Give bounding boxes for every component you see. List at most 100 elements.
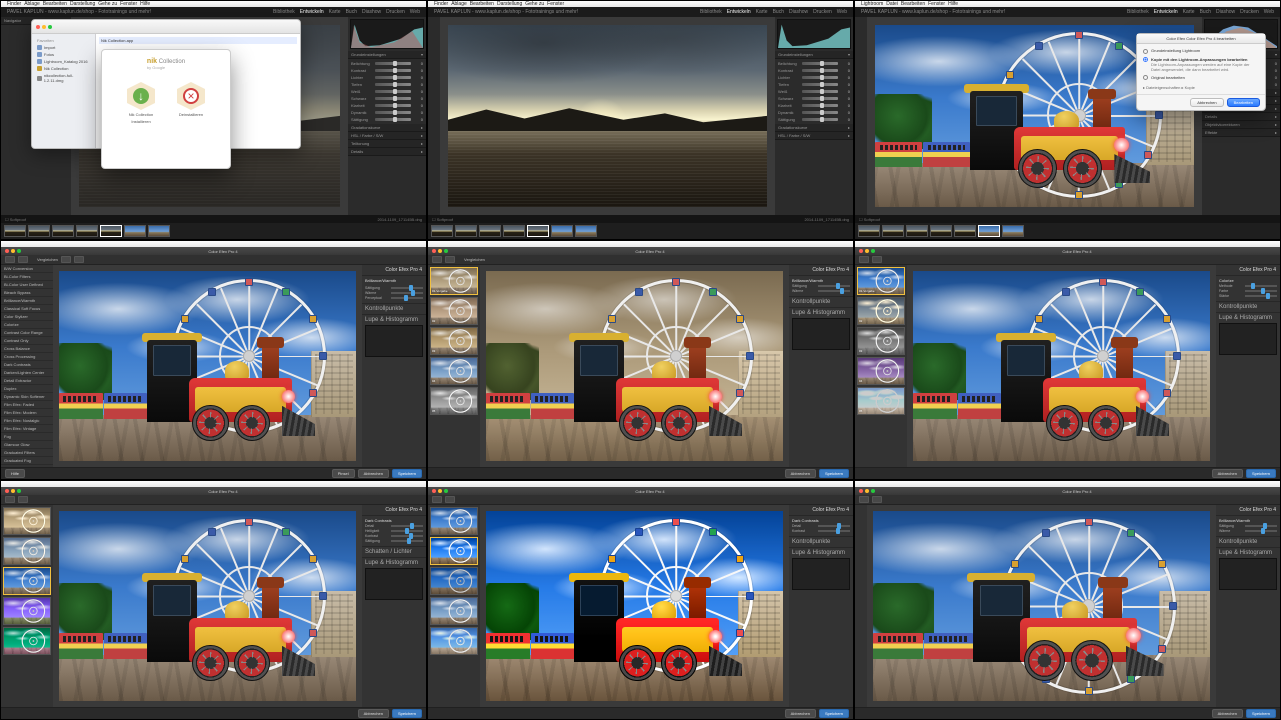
preset-thumb[interactable]	[430, 537, 478, 565]
basic-panel-header[interactable]: Grundeinstellungen▾	[348, 51, 426, 59]
thumb[interactable]	[858, 225, 880, 237]
nik-installer[interactable]: nik Collectionby Google ↓ Nik Collection…	[101, 49, 231, 169]
tab-slideshow[interactable]: Diashow	[789, 9, 808, 15]
preset-thumb[interactable]: 05	[430, 387, 478, 415]
section-header[interactable]: Kontrollpunkte	[365, 306, 403, 312]
preset-item[interactable]: Graduated Filters	[1, 449, 53, 457]
preset-thumb[interactable]: 03	[857, 327, 905, 355]
preset-item[interactable]: Bi-Color User Defined	[1, 281, 53, 289]
edit-in-dialog[interactable]: Color Efex Color Efex Pro 4 bearbeiten G…	[1136, 33, 1266, 111]
preset-item[interactable]: Bi-Color Filters	[1, 273, 53, 281]
preset-item[interactable]: Film Efex: Nostalgic	[1, 417, 53, 425]
tab-print[interactable]: Drucken	[1240, 9, 1259, 15]
preset-thumb[interactable]: 02	[430, 297, 478, 325]
cancel-button[interactable]: Abbrechen	[1212, 469, 1243, 478]
preset-thumb[interactable]	[430, 507, 478, 535]
cancel-button[interactable]: Abbrechen	[1212, 709, 1243, 718]
toolbar-button[interactable]	[5, 496, 15, 503]
tab-develop[interactable]: Entwickeln	[727, 9, 751, 15]
sidebar-item[interactable]: Lightroom_Katalog 2016	[35, 58, 92, 65]
slider[interactable]: Weiß0	[778, 89, 850, 94]
slider[interactable]: Sättigung0	[351, 117, 423, 122]
slider[interactable]: Methode	[1219, 284, 1277, 288]
basic-panel-header[interactable]: Grundeinstellungen▾	[775, 51, 853, 59]
preset-item[interactable]: Film Efex: Vintage	[1, 425, 53, 433]
cancel-button[interactable]: Abbrechen	[1190, 98, 1223, 107]
cancel-button[interactable]: Abbrechen	[785, 709, 816, 718]
toolbar-button[interactable]	[859, 496, 869, 503]
cancel-button[interactable]: Abbrechen	[358, 469, 389, 478]
preset-item[interactable]: Cross Processing	[1, 353, 53, 361]
thumb[interactable]	[1002, 225, 1024, 237]
toolbar-button[interactable]	[872, 496, 882, 503]
tab-book[interactable]: Buch	[346, 9, 357, 15]
filmstrip[interactable]	[1, 223, 426, 239]
toolbar-button[interactable]	[872, 256, 882, 263]
preset-thumb[interactable]	[430, 597, 478, 625]
slider[interactable]: Dynamik0	[778, 110, 850, 115]
tab-library[interactable]: Bibliothek	[1127, 9, 1149, 15]
save-button[interactable]: Speichern	[819, 709, 849, 718]
thumb[interactable]	[28, 225, 50, 237]
tab-book[interactable]: Buch	[773, 9, 784, 15]
thumb[interactable]	[455, 225, 477, 237]
tab-web[interactable]: Web	[410, 9, 420, 15]
slider[interactable]: Detail	[792, 524, 850, 528]
panel-header[interactable]: Gradationskurve▸	[348, 124, 426, 132]
thumb[interactable]	[76, 225, 98, 237]
toolbar-button[interactable]	[61, 256, 71, 263]
toolbar-button[interactable]	[445, 496, 455, 503]
slider[interactable]: Sättigung	[1219, 524, 1277, 528]
slider[interactable]: Tiefen0	[778, 82, 850, 87]
slider[interactable]: Detail	[365, 524, 423, 528]
preset-item[interactable]: Contrast Color Range	[1, 329, 53, 337]
slider[interactable]: Stärke	[1219, 294, 1277, 298]
slider[interactable]: Kontrast	[365, 534, 423, 538]
panel-header[interactable]: Details▸	[348, 148, 426, 156]
tab-web[interactable]: Web	[1264, 9, 1274, 15]
slider[interactable]: Weiß0	[351, 89, 423, 94]
preset-item[interactable]: Brilliance/Warmth	[1, 297, 53, 305]
install-button[interactable]: ↓ Nik Collection Installieren	[127, 82, 155, 124]
save-button[interactable]: Speichern	[819, 469, 849, 478]
preset-item[interactable]: Color Stylizer	[1, 313, 53, 321]
tab-web[interactable]: Web	[837, 9, 847, 15]
cancel-button[interactable]: Abbrechen	[785, 469, 816, 478]
dialog-option[interactable]: Kopie mit den Lightroom-Anpassungen bear…	[1143, 57, 1259, 72]
slider[interactable]: Lichter0	[351, 75, 423, 80]
slider[interactable]: Schwarz0	[778, 96, 850, 101]
preset-thumb[interactable]: 03	[430, 327, 478, 355]
preset-thumb[interactable]	[3, 537, 51, 565]
brush-button[interactable]: Pinsel	[332, 469, 355, 478]
slider[interactable]: Wärme	[792, 289, 850, 293]
save-button[interactable]: Speichern	[1246, 469, 1276, 478]
sidebar-item[interactable]: Import	[35, 44, 92, 51]
slider[interactable]: Wärme	[365, 291, 423, 295]
slider[interactable]: Lichter0	[778, 75, 850, 80]
toolbar-button[interactable]	[432, 496, 442, 503]
slider[interactable]: Klarheit0	[778, 103, 850, 108]
preset-panel-collapsed[interactable]	[855, 505, 867, 707]
sidebar-item[interactable]: Fotos	[35, 51, 92, 58]
slider[interactable]: Klarheit0	[351, 103, 423, 108]
panel-header[interactable]: HSL / Farbe / S/W▸	[348, 132, 426, 140]
thumb[interactable]	[930, 225, 952, 237]
tab-develop[interactable]: Entwickeln	[1154, 9, 1178, 15]
preset-thumb[interactable]: 05	[857, 387, 905, 415]
preset-item[interactable]: Cross Balance	[1, 345, 53, 353]
ok-button[interactable]: Bearbeiten	[1227, 98, 1260, 107]
toolbar-button[interactable]	[445, 256, 455, 263]
preset-item[interactable]: Bleach Bypass	[1, 289, 53, 297]
preset-thumb[interactable]	[3, 597, 51, 625]
toolbar-button[interactable]	[859, 256, 869, 263]
slider[interactable]: Helligkeit	[365, 529, 423, 533]
thumb[interactable]	[431, 225, 453, 237]
slider[interactable]: Kontrast0	[351, 68, 423, 73]
preset-item[interactable]: Glamour Glow	[1, 441, 53, 449]
thumb-selected[interactable]	[978, 225, 1000, 237]
slider[interactable]: Dynamik0	[351, 110, 423, 115]
thumb-selected[interactable]	[527, 225, 549, 237]
panel-header[interactable]: HSL / Farbe / S/W▸	[775, 132, 853, 140]
save-button[interactable]: Speichern	[1246, 709, 1276, 718]
section-header[interactable]: Lupe & Histogramm	[365, 317, 418, 323]
